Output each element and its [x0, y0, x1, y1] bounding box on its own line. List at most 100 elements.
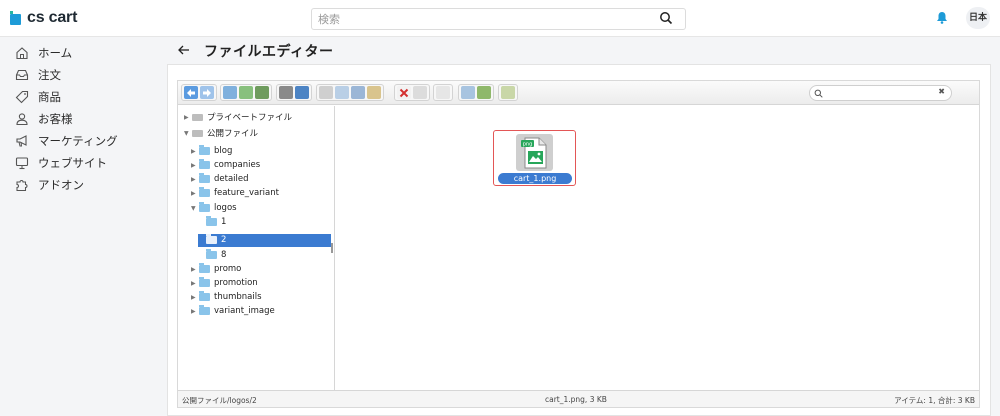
search-box — [311, 8, 686, 30]
sidebar-item-products[interactable]: 商品 — [14, 87, 61, 107]
drive-icon — [192, 113, 203, 121]
expand-arrow-icon[interactable]: ▶ — [191, 294, 197, 301]
tree-node-label: 2 — [221, 235, 227, 245]
file-name-label: cart_1.png — [498, 173, 572, 184]
search-icon[interactable] — [659, 11, 673, 28]
nav-button-group — [181, 84, 217, 101]
sidebar-item-home[interactable]: ホーム — [14, 43, 72, 63]
folder-tree: ▶ プライベートファイル ▼ 公開ファイル ▶ blog ▶ companies ▶… — [178, 106, 335, 390]
file-list: png cart_1.png — [336, 106, 979, 390]
reload-icon[interactable] — [223, 86, 237, 99]
expand-arrow-icon[interactable]: ▶ — [191, 190, 197, 197]
sidebar-item-label: ホーム — [38, 46, 73, 60]
rename-icon[interactable] — [413, 86, 427, 99]
user-icon — [14, 111, 30, 127]
logo[interactable]: cs cart — [10, 9, 77, 27]
tree-node-folder[interactable]: 8 — [206, 249, 226, 261]
megaphone-icon — [14, 133, 30, 149]
tree-node-folder[interactable]: ▶ promotion — [191, 277, 258, 289]
image-file-icon: png — [516, 134, 553, 171]
logo-text: cs cart — [27, 9, 78, 26]
folder-icon — [199, 277, 210, 287]
language-switcher[interactable]: 日本 — [966, 7, 990, 29]
delete-icon[interactable] — [397, 86, 411, 99]
tree-node-folder[interactable]: ▶ feature_variant — [191, 187, 279, 199]
forward-arrow-icon[interactable] — [200, 86, 214, 99]
tree-node-folder[interactable]: ▶ blog — [191, 145, 232, 157]
folder-icon — [206, 249, 217, 259]
tree-node-folder[interactable]: 1 — [206, 216, 226, 228]
tree-scrollbar[interactable] — [331, 243, 333, 253]
search-input[interactable] — [312, 9, 652, 29]
back-arrow-icon[interactable] — [184, 86, 198, 99]
tree-node-label: thumbnails — [214, 292, 262, 302]
preview-eye-icon[interactable] — [319, 86, 333, 99]
view-button-group — [498, 84, 518, 101]
tree-node-public[interactable]: ▼ 公開ファイル — [184, 127, 258, 139]
clear-search-icon[interactable]: ✖ — [938, 87, 945, 96]
new-file-icon[interactable] — [239, 86, 253, 99]
archive-button-group — [458, 84, 494, 101]
arrow-left-icon[interactable] — [178, 43, 190, 59]
sidebar-item-label: ウェブサイト — [38, 156, 107, 170]
expand-arrow-icon[interactable]: ▶ — [191, 162, 197, 169]
cut-icon[interactable] — [351, 86, 365, 99]
folder-icon — [206, 216, 217, 226]
tree-node-folder[interactable]: ▶ thumbnails — [191, 291, 262, 303]
tree-node-folder[interactable]: ▶ variant_image — [191, 305, 275, 317]
file-manager-toolbar: ✖ — [178, 81, 979, 105]
edit-button-group — [316, 84, 384, 101]
collapse-arrow-icon[interactable]: ▼ — [184, 130, 190, 137]
expand-arrow-icon[interactable]: ▶ — [191, 280, 197, 287]
tag-icon — [14, 89, 30, 105]
expand-arrow-icon[interactable]: ▶ — [191, 176, 197, 183]
status-bar: 公開ファイル/logos/2 cart_1.png, 3 KB アイテム: 1,… — [178, 390, 979, 407]
tree-node-private[interactable]: ▶ プライベートファイル — [184, 111, 292, 123]
archive-icon[interactable] — [477, 86, 491, 99]
folder-icon — [199, 173, 210, 183]
sidebar-item-label: お客様 — [38, 112, 73, 126]
expand-arrow-icon[interactable]: ▶ — [184, 114, 190, 121]
delete-button-group — [394, 84, 430, 101]
file-search-box[interactable]: ✖ — [809, 85, 952, 101]
duplicate-icon[interactable] — [436, 86, 450, 99]
page-title: ファイルエディター — [204, 44, 334, 60]
sidebar-item-website[interactable]: ウェブサイト — [14, 153, 107, 173]
puzzle-icon — [14, 177, 30, 193]
status-summary: アイテム: 1, 合計: 3 KB — [894, 396, 975, 405]
expand-arrow-icon[interactable]: ▶ — [191, 148, 197, 155]
tree-node-label: variant_image — [214, 306, 275, 316]
folder-icon — [199, 145, 210, 155]
sidebar-item-addons[interactable]: アドオン — [14, 175, 84, 195]
folder-icon — [199, 263, 210, 273]
drive-icon — [192, 129, 203, 137]
tree-node-folder[interactable]: ▶ promo — [191, 263, 241, 275]
tree-node-label: companies — [214, 160, 261, 170]
inbox-icon — [14, 67, 30, 83]
view-list-icon[interactable] — [501, 86, 515, 99]
file-item-selected[interactable]: png cart_1.png — [493, 130, 576, 186]
tree-node-folder[interactable]: ▶ companies — [191, 159, 260, 171]
home-icon — [14, 45, 30, 61]
sidebar: ホーム 注文 商品 お客様 マーケティング ウェブサイト アドオン — [0, 37, 160, 416]
info-icon[interactable] — [295, 86, 309, 99]
extract-icon[interactable] — [461, 86, 475, 99]
misc-button-group — [433, 84, 453, 101]
bell-icon[interactable] — [936, 11, 948, 27]
file-badge: png — [523, 142, 533, 148]
tree-node-folder[interactable]: ▶ detailed — [191, 173, 249, 185]
sidebar-item-orders[interactable]: 注文 — [14, 65, 61, 85]
tree-node-folder[interactable]: ▼ logos — [191, 202, 237, 214]
paste-icon[interactable] — [367, 86, 381, 99]
collapse-arrow-icon[interactable]: ▼ — [191, 205, 197, 212]
download-icon[interactable] — [279, 86, 293, 99]
save-icon[interactable] — [255, 86, 269, 99]
sidebar-item-customers[interactable]: お客様 — [14, 109, 73, 129]
copy-icon[interactable] — [335, 86, 349, 99]
sidebar-item-marketing[interactable]: マーケティング — [14, 131, 118, 151]
tree-node-folder-selected[interactable]: 2 — [206, 234, 226, 246]
sidebar-item-label: 商品 — [38, 90, 61, 104]
expand-arrow-icon[interactable]: ▶ — [191, 308, 197, 315]
tree-node-label: detailed — [214, 174, 249, 184]
expand-arrow-icon[interactable]: ▶ — [191, 266, 197, 273]
